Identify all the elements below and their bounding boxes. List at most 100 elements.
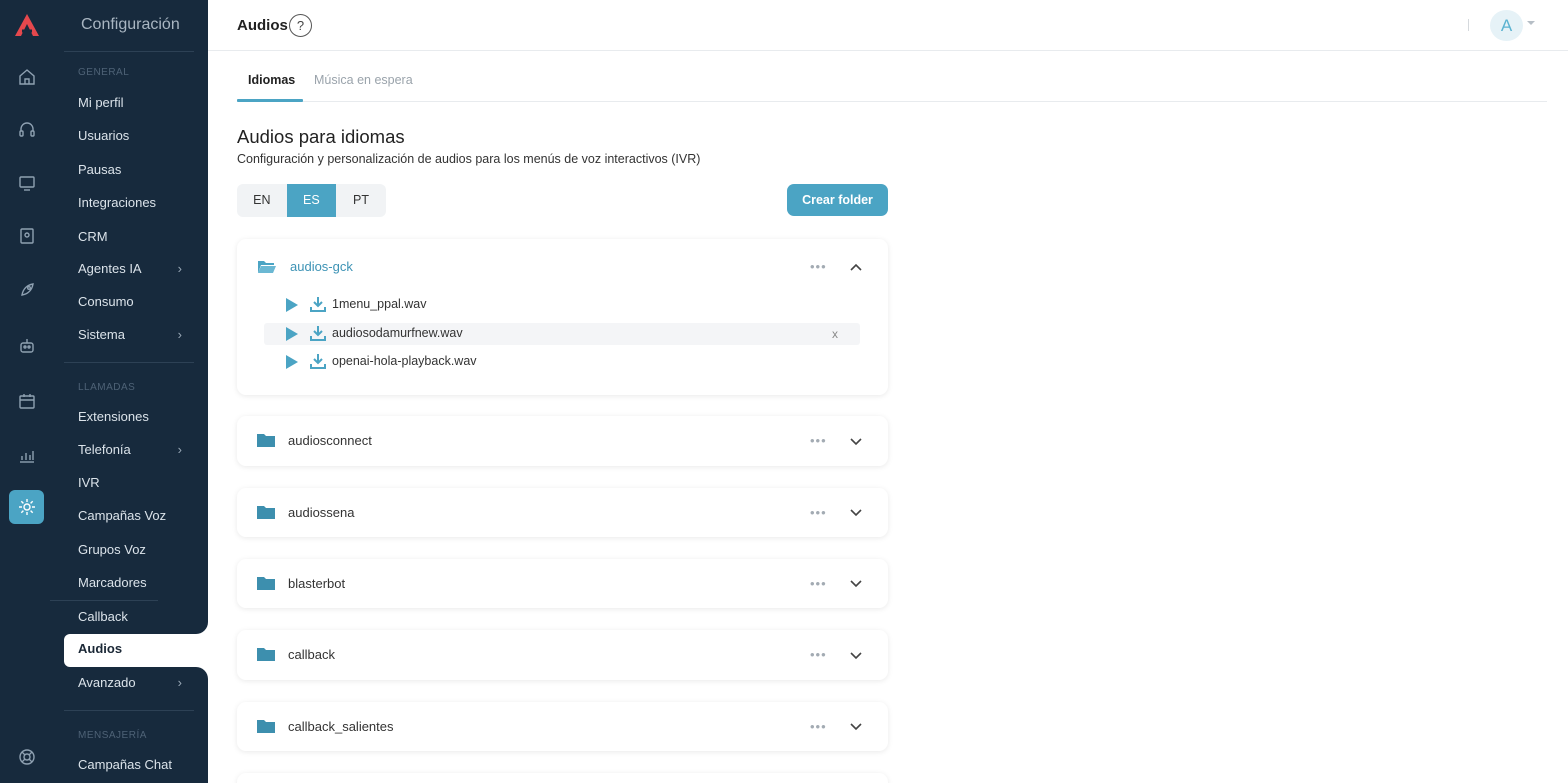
sidebar-item-mi-perfil[interactable]: Mi perfil [78, 93, 208, 113]
lang-button-pt[interactable]: PT [336, 184, 386, 217]
sidebar-item-label: Telefonía [78, 442, 131, 457]
more-options-icon[interactable]: ••• [810, 505, 827, 520]
avatar[interactable]: A [1490, 10, 1523, 41]
sidebar-item-label: Sistema [78, 327, 125, 342]
file-row: openai-hola-playback.wav [264, 351, 860, 373]
download-icon[interactable] [310, 325, 326, 341]
folder-icon [257, 577, 275, 590]
sidebar-item-campanas-voz[interactable]: Campañas Voz [78, 506, 208, 526]
folder-name: callback [288, 647, 335, 662]
chevron-down-icon[interactable] [849, 720, 863, 734]
folder-name: blasterbot [288, 576, 346, 591]
section-general: GENERAL [78, 67, 130, 78]
lang-button-es[interactable]: ES [286, 184, 337, 217]
chevron-down-icon[interactable] [849, 506, 863, 520]
play-icon[interactable] [286, 327, 298, 341]
folder-icon [257, 648, 275, 661]
folder-card-partial[interactable] [237, 773, 888, 783]
section-mensajeria: MENSAJERÍA [78, 730, 147, 741]
folder-card[interactable]: callback_salientes ••• [237, 702, 888, 751]
calendar-icon[interactable] [9, 384, 44, 418]
more-options-icon[interactable]: ••• [810, 259, 827, 274]
sidebar-item-consumo[interactable]: Consumo [78, 292, 208, 312]
folder-card[interactable]: blasterbot ••• [237, 559, 888, 608]
sidebar-item-label: Agentes IA [78, 261, 142, 276]
folder-name[interactable]: audios-gck [290, 259, 353, 274]
more-options-icon[interactable]: ••• [810, 576, 827, 591]
file-row: 1menu_ppal.wav [264, 294, 860, 316]
download-icon[interactable] [310, 353, 326, 369]
sidebar-item-campanas-chat[interactable]: Campañas Chat [78, 755, 208, 775]
sidebar-item-sistema[interactable]: Sistema › [78, 325, 208, 345]
sidebar-item-label: Avanzado [78, 675, 136, 690]
folder-card[interactable]: callback ••• [237, 630, 888, 680]
play-icon[interactable] [286, 298, 298, 312]
file-row: audiosodamurfnew.wav x [264, 323, 860, 345]
more-options-icon[interactable]: ••• [810, 647, 827, 662]
sidebar-item-agentes-ia[interactable]: Agentes IA › [78, 259, 208, 279]
app-logo-icon[interactable] [13, 12, 41, 38]
page-title: Audios [237, 17, 288, 34]
chevron-right-icon: › [177, 261, 182, 276]
chevron-down-icon[interactable] [849, 649, 863, 663]
top-bar: Audios ? A [208, 0, 1568, 51]
rocket-icon[interactable] [9, 273, 44, 307]
section-llamadas: LLAMADAS [78, 382, 136, 393]
create-folder-button[interactable]: Crear folder [787, 184, 888, 216]
play-icon[interactable] [286, 355, 298, 369]
file-name: audiosodamurfnew.wav [332, 326, 463, 340]
chevron-right-icon: › [177, 675, 182, 690]
chevron-right-icon: › [177, 442, 182, 457]
folder-icon [257, 434, 275, 447]
headset-icon[interactable] [9, 113, 44, 147]
lang-button-en[interactable]: EN [237, 184, 287, 217]
language-selector: EN ES PT [237, 184, 386, 217]
sidebar-item-integraciones[interactable]: Integraciones [78, 193, 208, 213]
chevron-up-icon[interactable] [849, 260, 863, 274]
section-description: Configuración y personalización de audio… [237, 152, 701, 166]
file-name: openai-hola-playback.wav [332, 354, 477, 368]
robot-icon[interactable] [9, 329, 44, 363]
phone-book-icon[interactable] [9, 219, 44, 253]
folder-icon [257, 720, 275, 733]
sidebar-item-avanzado[interactable]: Avanzado › [78, 673, 208, 693]
icon-rail [0, 0, 50, 783]
gear-icon[interactable] [9, 490, 44, 524]
sidebar-item-marcadores[interactable]: Marcadores [78, 573, 208, 593]
sidebar-item-extensiones[interactable]: Extensiones [78, 407, 208, 427]
more-options-icon[interactable]: ••• [810, 719, 827, 734]
folder-card[interactable]: audiosconnect ••• [237, 416, 888, 466]
divider [64, 51, 194, 52]
sidebar-item-grupos-voz[interactable]: Grupos Voz [78, 540, 208, 560]
tab-idiomas[interactable]: Idiomas [248, 73, 295, 87]
chevron-down-icon[interactable] [849, 577, 863, 591]
sidebar-item-ivr[interactable]: IVR [78, 473, 208, 493]
tab-musica-en-espera[interactable]: Música en espera [314, 73, 413, 87]
sidebar-item-pausas[interactable]: Pausas [78, 160, 208, 180]
delete-file-button[interactable]: x [832, 327, 838, 341]
download-icon[interactable] [310, 296, 326, 312]
file-name: 1menu_ppal.wav [332, 297, 427, 311]
folder-name: audiosconnect [288, 433, 372, 448]
folder-name: audiossena [288, 505, 355, 520]
divider [64, 362, 194, 363]
folder-card[interactable]: audiossena ••• [237, 488, 888, 537]
section-heading: Audios para idiomas [237, 126, 405, 147]
sidebar-item-telefonia[interactable]: Telefonía › [78, 440, 208, 460]
more-options-icon[interactable]: ••• [810, 433, 827, 448]
active-tab-indicator [237, 99, 303, 102]
folder-name: callback_salientes [288, 719, 394, 734]
help-icon[interactable]: ? [289, 14, 312, 37]
home-icon[interactable] [9, 60, 44, 94]
chevron-right-icon: › [177, 327, 182, 342]
support-icon[interactable] [9, 740, 44, 774]
chevron-down-icon[interactable] [849, 435, 863, 449]
chart-icon[interactable] [9, 438, 44, 472]
caret-down-icon[interactable] [1527, 21, 1535, 25]
sidebar-item-callback[interactable]: Callback [78, 607, 208, 627]
sidebar-title: Configuración [81, 16, 180, 33]
monitor-icon[interactable] [9, 166, 44, 200]
sidebar-item-audios-label: Audios [78, 641, 123, 656]
sidebar-item-crm[interactable]: CRM [78, 227, 208, 247]
sidebar-item-usuarios[interactable]: Usuarios [78, 126, 208, 146]
